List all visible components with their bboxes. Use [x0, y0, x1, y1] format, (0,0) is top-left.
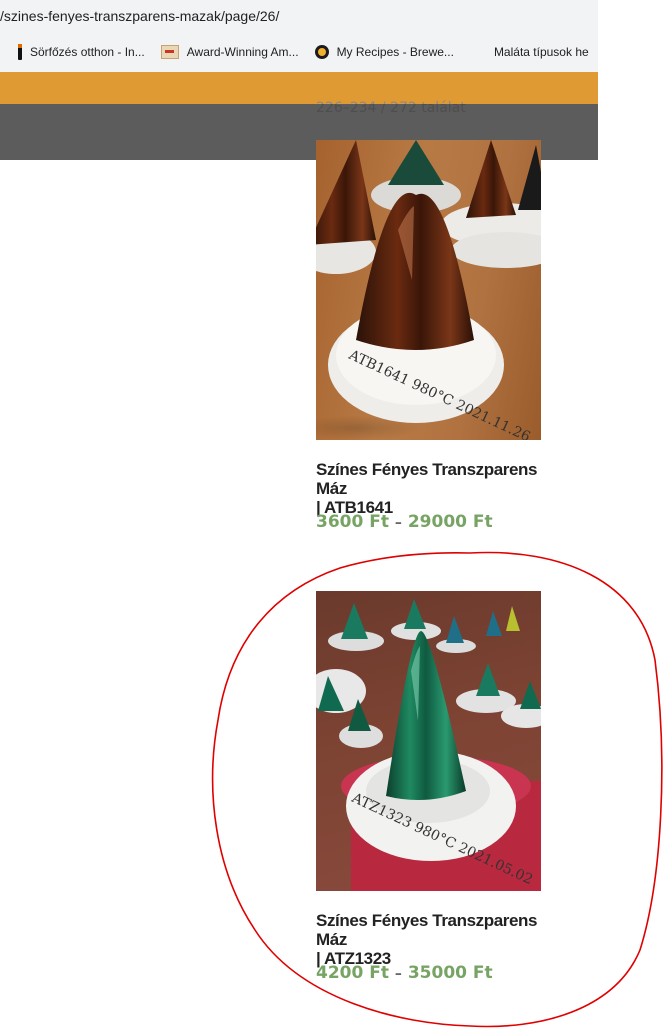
address-bar[interactable]: /szines-fenyes-transzparens-mazak/page/2…	[0, 0, 598, 33]
bookmark-label: My Recipes - Brewe...	[336, 45, 454, 59]
bookmark-label: Sörfőzés otthon - In...	[30, 45, 145, 59]
price-min: 3600 Ft	[316, 512, 389, 532]
price-max: 35000 Ft	[407, 963, 493, 983]
product-price: 4200 Ft – 35000 Ft	[316, 963, 493, 983]
price-separator: –	[394, 515, 402, 531]
bookmark-award-winning[interactable]: Award-Winning Am...	[160, 45, 299, 59]
bookmark-sorfozes[interactable]: Sörfőzés otthon - In...	[18, 44, 145, 60]
bookmark-malata[interactable]: Maláta típusok he	[494, 45, 589, 59]
product-title[interactable]: Színes Fényes Transzparens Máz | ATZ1323	[316, 911, 556, 968]
product-image[interactable]: ATB1641 980°C 2021.11.26.	[316, 140, 541, 440]
price-separator: –	[394, 966, 402, 982]
product-image[interactable]: ATZ1323 980°C 2021.05.02	[316, 591, 541, 891]
site-header-bar	[0, 72, 598, 104]
product-title-line: Színes Fényes Transzparens Máz	[316, 460, 538, 498]
product-title[interactable]: Színes Fényes Transzparens Máz | ATB1641	[316, 460, 556, 517]
brown-glaze-cone-photo: ATB1641 980°C 2021.11.26.	[316, 140, 541, 440]
price-min: 4200 Ft	[316, 963, 389, 983]
bookmark-label: Maláta típusok he	[493, 45, 589, 59]
site-logo-icon	[160, 45, 179, 59]
product-price: 3600 Ft – 29000 Ft	[316, 512, 493, 532]
brewer-icon	[314, 45, 329, 59]
browser-chrome: /szines-fenyes-transzparens-mazak/page/2…	[0, 0, 598, 72]
bookmark-label: Award-Winning Am...	[186, 45, 299, 59]
bookmarks-bar: Sörfőzés otthon - In... Award-Winning Am…	[0, 36, 598, 68]
bottle-icon	[18, 44, 22, 60]
price-max: 29000 Ft	[407, 512, 493, 532]
bookmark-my-recipes[interactable]: My Recipes - Brewe...	[314, 45, 454, 59]
green-glaze-cone-photo: ATZ1323 980°C 2021.05.02	[316, 599, 541, 891]
product-title-line: Színes Fényes Transzparens Máz	[316, 911, 538, 949]
